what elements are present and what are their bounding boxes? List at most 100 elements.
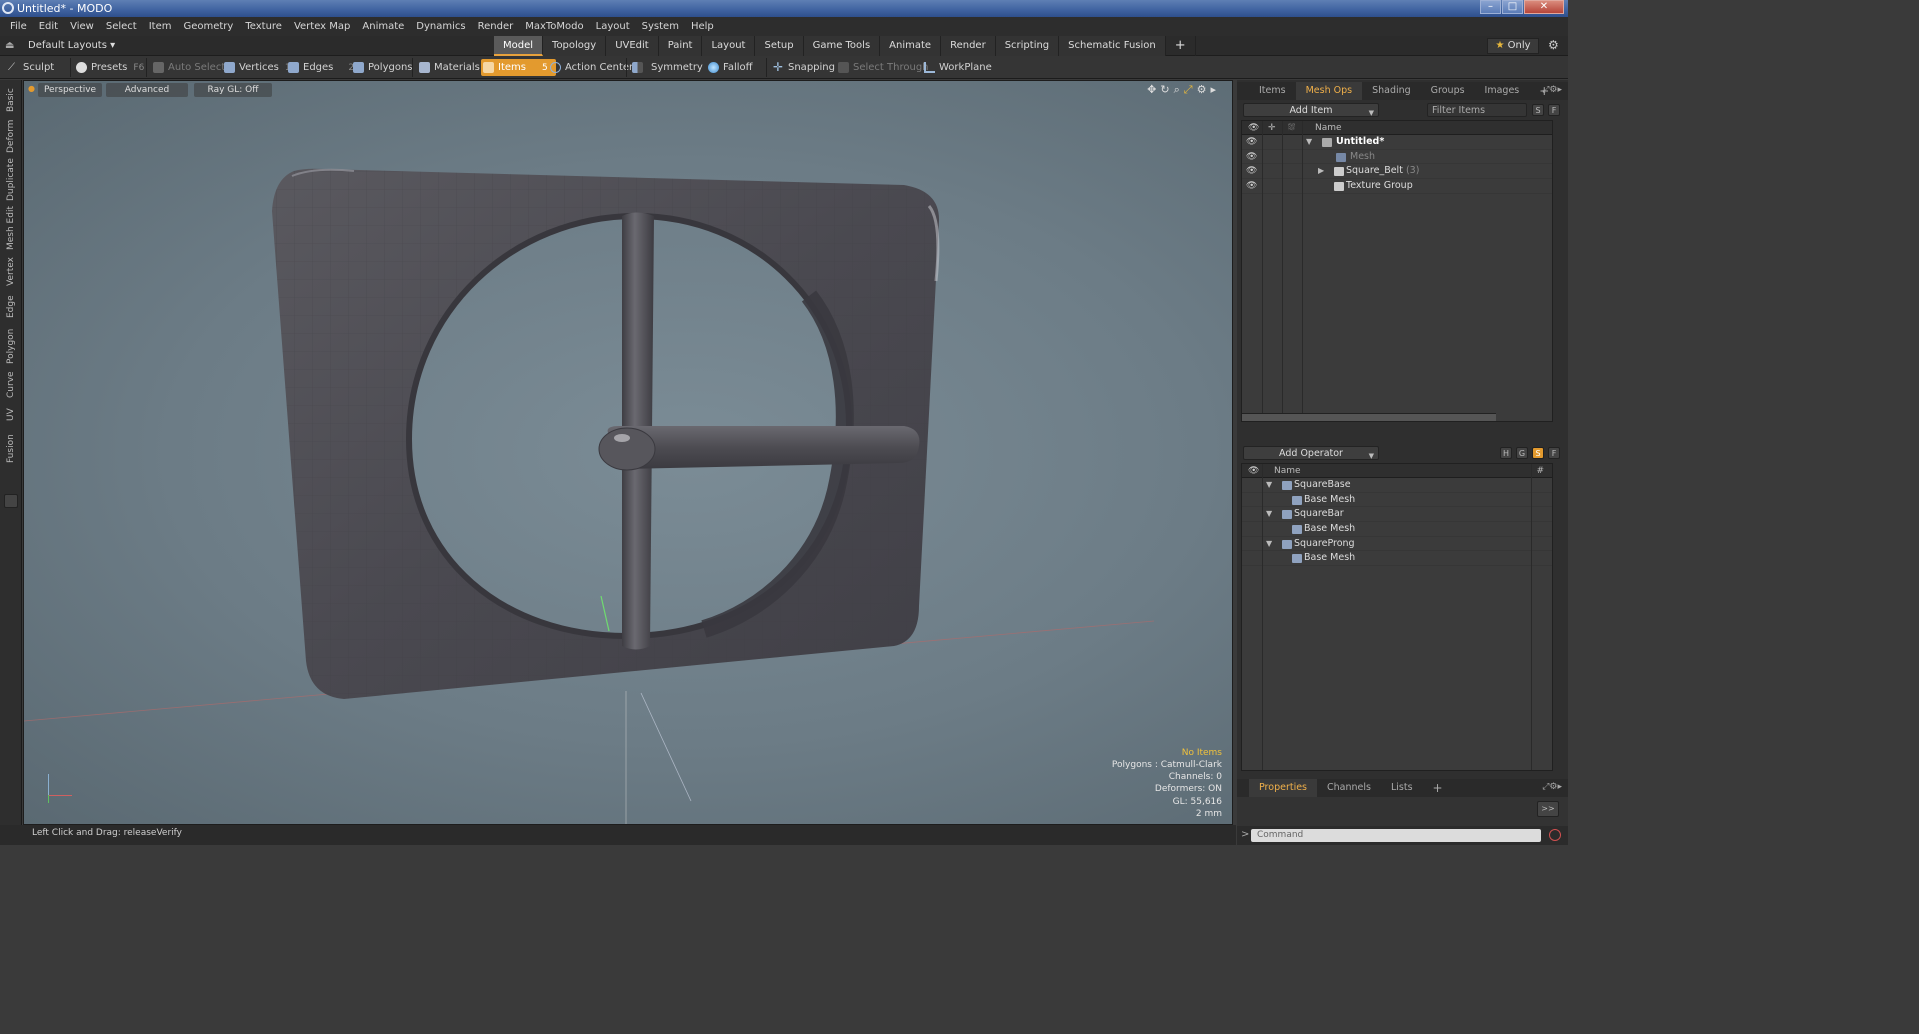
tab-images[interactable]: Images: [1475, 82, 1530, 100]
tab-scripting[interactable]: Scripting: [995, 36, 1060, 56]
auto-select-button[interactable]: Auto Select: [151, 59, 225, 76]
name-column-header[interactable]: Name: [1274, 464, 1301, 478]
properties-gear-icon[interactable]: ⤢⚙▸: [1542, 782, 1562, 792]
menu-view[interactable]: View: [64, 17, 100, 36]
tab-paint[interactable]: Paint: [658, 36, 703, 56]
3d-viewport[interactable]: ● Perspective Advanced Ray GL: Off ✥↻⌕⤢⚙…: [23, 80, 1233, 825]
symmetry-button[interactable]: Symmetry: [630, 59, 703, 76]
vtab-basic[interactable]: Basic: [2, 84, 20, 116]
tab-items[interactable]: Items: [1249, 82, 1296, 100]
collapse-arrow-icon[interactable]: ▼: [1266, 507, 1272, 522]
add-operator-button[interactable]: Add Operator ▼: [1243, 446, 1379, 460]
viewport-menu-icon[interactable]: ●: [28, 84, 35, 93]
filter-f-button[interactable]: F: [1548, 104, 1560, 116]
falloff-button[interactable]: Falloff: [706, 59, 753, 76]
gear-icon[interactable]: ⚙: [1548, 38, 1559, 52]
op-row-squarebase[interactable]: ▼ SquareBase: [1242, 478, 1552, 493]
menu-maxtomodo[interactable]: MaxToModo: [519, 17, 589, 36]
vtab-duplicate[interactable]: Duplicate: [2, 158, 20, 202]
eye-icon[interactable]: 👁: [1246, 135, 1257, 150]
add-tab-button[interactable]: +: [1166, 36, 1196, 56]
workplane-button[interactable]: WorkPlane: [922, 59, 992, 76]
tab-game-tools[interactable]: Game Tools: [803, 36, 881, 56]
item-row-untitled[interactable]: 👁 ▼ Untitled*: [1242, 135, 1552, 150]
tab-lists[interactable]: Lists: [1381, 779, 1423, 797]
expand-properties-button[interactable]: >>: [1537, 801, 1559, 817]
vtab-polygon[interactable]: Polygon: [2, 326, 20, 366]
tab-topology[interactable]: Topology: [543, 36, 607, 56]
menu-geometry[interactable]: Geometry: [177, 17, 239, 36]
vtab-curve[interactable]: Curve: [2, 370, 20, 400]
edges-button[interactable]: Edges 2: [286, 59, 354, 76]
command-input[interactable]: Command: [1251, 829, 1541, 842]
action-center-button[interactable]: Action Center: [548, 59, 633, 76]
tab-layout[interactable]: Layout: [702, 36, 756, 56]
shading-selector[interactable]: Advanced: [106, 83, 188, 97]
panel-gear-icon[interactable]: ⤢⚙▸: [1542, 85, 1562, 95]
vtab-mesh-edit[interactable]: Mesh Edit: [2, 206, 20, 250]
fit-icon[interactable]: ⤢: [1184, 83, 1197, 96]
close-button[interactable]: ✕: [1524, 0, 1564, 14]
item-row-texture-group[interactable]: 👁 Texture Group: [1242, 179, 1552, 194]
menu-texture[interactable]: Texture: [239, 17, 288, 36]
tab-render[interactable]: Render: [941, 36, 996, 56]
eye-icon[interactable]: 👁: [1246, 164, 1257, 179]
op-row-base-mesh[interactable]: Base Mesh: [1242, 493, 1552, 508]
menu-dynamics[interactable]: Dynamics: [410, 17, 471, 36]
raygl-toggle[interactable]: Ray GL: Off: [194, 83, 272, 97]
filter-items-input[interactable]: Filter Items: [1427, 103, 1527, 117]
expand-arrow-icon[interactable]: ▶: [1318, 164, 1324, 179]
viewport-gear-icon[interactable]: ⚙: [1197, 83, 1211, 96]
vtab-vertex[interactable]: Vertex: [2, 255, 20, 289]
only-button[interactable]: ★ Only: [1487, 38, 1539, 54]
collapse-arrow-icon[interactable]: ▼: [1266, 537, 1272, 552]
tab-groups[interactable]: Groups: [1421, 82, 1475, 100]
record-icon[interactable]: [1549, 829, 1561, 841]
menu-edit[interactable]: Edit: [33, 17, 64, 36]
ops-g-button[interactable]: G: [1516, 447, 1528, 459]
item-row-mesh[interactable]: 👁 Mesh: [1242, 150, 1552, 165]
menu-layout[interactable]: Layout: [590, 17, 636, 36]
menu-item[interactable]: Item: [143, 17, 178, 36]
select-through-button[interactable]: Select Through: [836, 59, 929, 76]
ops-s-button[interactable]: S: [1532, 447, 1544, 459]
view-selector[interactable]: Perspective: [38, 83, 102, 97]
presets-button[interactable]: Presets F6: [74, 59, 144, 76]
ops-h-button[interactable]: H: [1500, 447, 1512, 459]
add-item-button[interactable]: Add Item ▼: [1243, 103, 1379, 117]
collapse-arrow-icon[interactable]: ▼: [1266, 478, 1272, 493]
eye-icon[interactable]: 👁: [1246, 179, 1257, 194]
horizontal-scrollbar[interactable]: [1242, 413, 1496, 421]
pan-icon[interactable]: ✥: [1147, 83, 1160, 96]
snapping-button[interactable]: ✛ Snapping: [771, 59, 835, 76]
tab-shading[interactable]: Shading: [1362, 82, 1421, 100]
op-row-squareprong[interactable]: ▼ SquareProng: [1242, 537, 1552, 552]
vertices-button[interactable]: Vertices1: [222, 59, 291, 76]
tab-setup[interactable]: Setup: [755, 36, 804, 56]
hash-column-header[interactable]: #: [1536, 464, 1544, 478]
maximize-button[interactable]: □: [1502, 0, 1523, 14]
vtab-uv[interactable]: UV: [2, 406, 20, 424]
rotate-icon[interactable]: ↻: [1160, 83, 1173, 96]
menu-render[interactable]: Render: [472, 17, 520, 36]
minimize-button[interactable]: –: [1480, 0, 1501, 14]
render-column-icon[interactable]: ⛆: [1288, 121, 1295, 135]
op-row-base-mesh[interactable]: Base Mesh: [1242, 551, 1552, 567]
items-button[interactable]: Items 5: [481, 59, 556, 76]
item-row-square-belt[interactable]: 👁 ▶ Square_Belt (3): [1242, 164, 1552, 180]
menu-system[interactable]: System: [636, 17, 685, 36]
name-column-header[interactable]: Name: [1315, 121, 1342, 135]
tab-channels[interactable]: Channels: [1317, 779, 1381, 797]
zoom-icon[interactable]: ⌕: [1174, 83, 1184, 96]
tool-toggle-button[interactable]: [4, 494, 18, 508]
menu-animate[interactable]: Animate: [356, 17, 410, 36]
sculpt-button[interactable]: ⟋ Sculpt: [6, 59, 54, 76]
menu-file[interactable]: File: [4, 17, 33, 36]
lock-column-icon[interactable]: ✛: [1268, 121, 1276, 135]
tab-uvedit[interactable]: UVEdit: [606, 36, 659, 56]
polygons-button[interactable]: Polygons: [351, 59, 413, 76]
filter-s-button[interactable]: S: [1532, 104, 1544, 116]
tab-model[interactable]: Model: [494, 36, 544, 56]
vtab-edge[interactable]: Edge: [2, 294, 20, 320]
op-row-squarebar[interactable]: ▼ SquareBar: [1242, 507, 1552, 523]
